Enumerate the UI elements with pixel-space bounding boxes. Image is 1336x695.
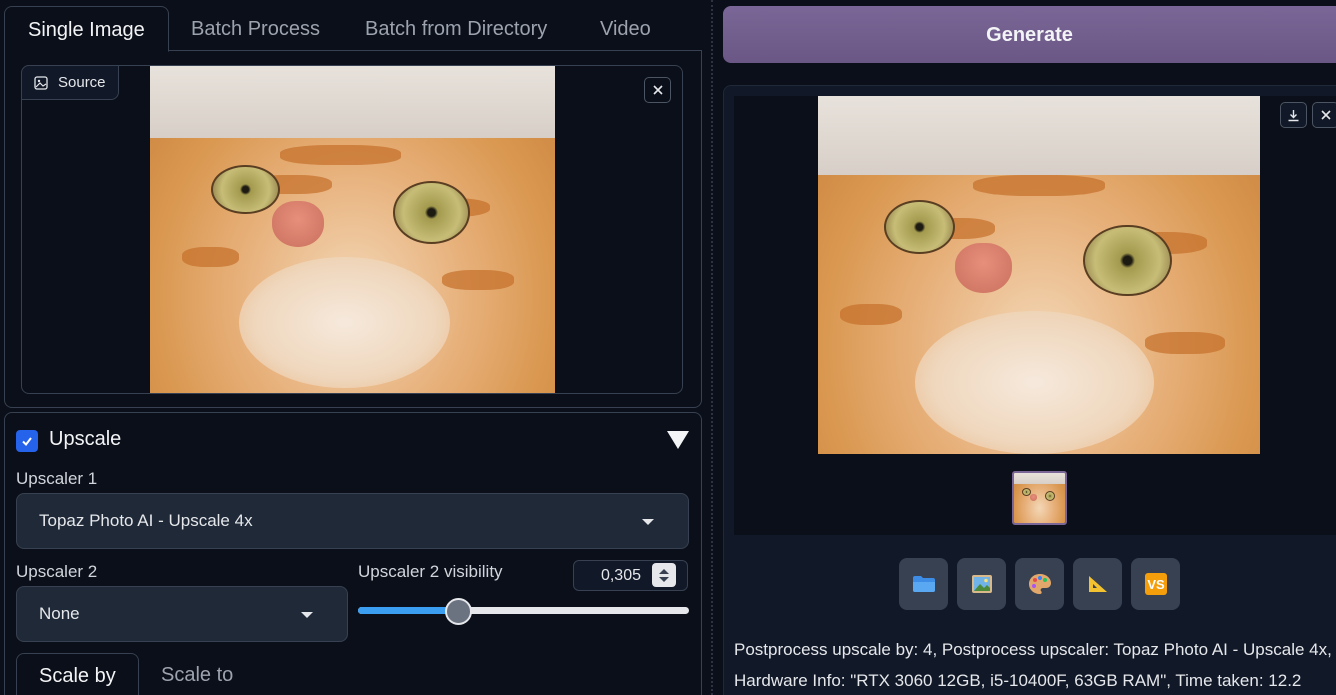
close-icon [1320,110,1331,120]
upscaler1-value: Topaz Photo AI - Upscale 4x [39,511,253,530]
column-divider [711,0,713,695]
triangle-ruler-icon [1088,576,1107,592]
scale-tab-bar: Scale by Scale to [16,653,688,695]
tab-bar: Single Image Batch Process Batch from Di… [4,6,702,52]
close-icon [652,85,663,95]
tab-scale-to[interactable]: Scale to [139,653,255,695]
output-image[interactable] [818,96,1260,454]
upscaler2-visibility-label: Upscaler 2 visibility [358,562,503,581]
source-label: Source [21,65,119,100]
slider-fill [358,607,459,614]
upscaler1-dropdown[interactable]: Topaz Photo AI - Upscale 4x [16,493,689,549]
source-image-dropzone[interactable] [21,65,683,394]
chevron-down-icon [301,612,313,618]
tab-batch-process[interactable]: Batch Process [168,6,343,51]
palette-icon [1028,574,1051,594]
thumbnail-image [1014,473,1065,523]
close-output-button[interactable] [1312,102,1336,128]
stepper-up-icon[interactable] [659,568,669,574]
upscale-checkbox[interactable] [16,430,38,452]
generation-info: Postprocess upscale by: 4, Postprocess u… [734,640,1332,690]
output-gallery [734,96,1336,535]
source-image [150,66,555,393]
source-label-text: Source [58,73,106,91]
svg-text:VS: VS [1147,577,1165,592]
gallery-thumbnail[interactable] [1012,471,1067,525]
upscaler2-visibility-slider[interactable] [358,607,689,614]
chevron-down-icon [642,519,654,525]
download-button[interactable] [1280,102,1307,128]
send-to-extras-button[interactable] [1073,558,1122,610]
number-stepper[interactable] [652,563,676,587]
stepper-down-icon[interactable] [659,576,669,582]
download-icon [1288,109,1299,121]
upscaler2-value: None [39,604,80,623]
image-icon [34,75,48,90]
checkmark-icon [22,437,32,447]
clear-source-button[interactable] [644,77,671,103]
vs-icon: VS [1144,573,1167,595]
tab-batch-from-directory[interactable]: Batch from Directory [342,6,570,51]
send-to-inpaint-button[interactable] [1015,558,1064,610]
upscaler1-label: Upscaler 1 [16,469,98,488]
collapse-triangle-icon[interactable] [667,431,689,449]
generate-button[interactable]: Generate [723,6,1336,63]
upscaler2-dropdown[interactable]: None [16,586,348,642]
vs-button[interactable]: VS [1131,558,1180,610]
tab-single-image[interactable]: Single Image [4,6,169,52]
tab-scale-by[interactable]: Scale by [16,653,139,695]
image-icon [971,575,992,593]
folder-icon [912,576,935,592]
open-folder-button[interactable] [899,558,948,610]
send-to-img2img-button[interactable] [957,558,1006,610]
upscaler2-label: Upscaler 2 [16,562,98,581]
upscale-title: Upscale [49,428,122,450]
tab-video[interactable]: Video [577,6,674,51]
